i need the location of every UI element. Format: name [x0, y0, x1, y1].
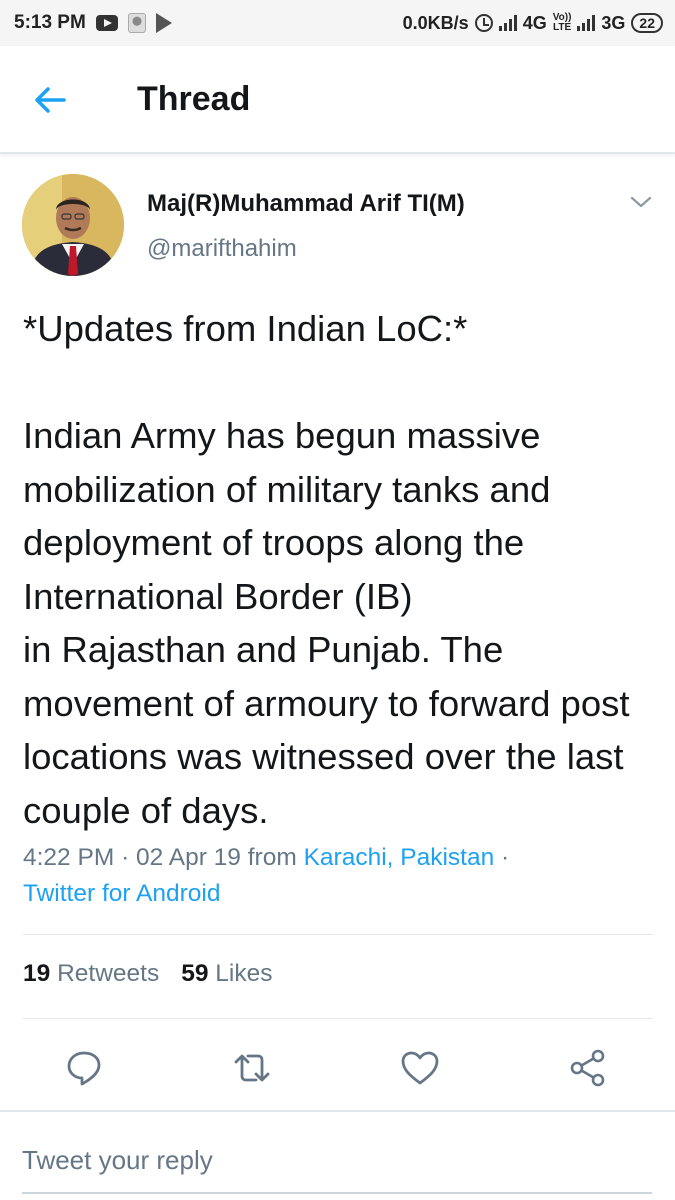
chevron-down-icon: [630, 196, 652, 208]
author-handle[interactable]: @marifthahim: [147, 235, 297, 263]
divider: [23, 1018, 653, 1019]
network-type-2: 3G: [601, 12, 626, 33]
signal-icon: [577, 15, 596, 31]
app-header: Thread: [0, 46, 675, 154]
tweet-menu-button[interactable]: [626, 190, 656, 214]
network-type-1: 4G: [522, 12, 547, 33]
author-name[interactable]: Maj(R)Muhammad Arif TI(M): [147, 190, 465, 218]
battery-icon: 22: [631, 13, 663, 33]
tweet-date: 02 Apr 19: [136, 844, 241, 871]
likes-label: Likes: [215, 960, 273, 987]
reply-button[interactable]: [62, 1046, 106, 1090]
retweets-stat[interactable]: 19 Retweets: [23, 960, 159, 988]
tweet-stats: 19 Retweets 59 Likes: [23, 960, 273, 988]
signal-icon: [498, 15, 517, 31]
status-time: 5:13 PM: [14, 12, 86, 33]
volte-line2: LTE: [552, 22, 572, 33]
meta-separator: ·: [501, 844, 510, 871]
status-bar: 5:13 PM 0.0KB/s 4G Vo)) LTE 3G 22: [0, 0, 675, 46]
retweet-button[interactable]: [230, 1046, 274, 1090]
divider: [23, 934, 653, 935]
tweet-source-link[interactable]: Twitter for Android: [23, 880, 220, 907]
from-label: from: [247, 844, 297, 871]
meta-separator: ·: [121, 844, 130, 871]
emblem-icon: [127, 13, 146, 33]
arrow-left-icon: [35, 87, 66, 113]
tweet-meta: 4:22 PM · 02 Apr 19 from Karachi, Pakist…: [23, 840, 653, 912]
avatar[interactable]: [22, 174, 124, 276]
play-store-icon: [155, 13, 172, 33]
likes-count: 59: [181, 960, 209, 987]
share-icon: [570, 1049, 605, 1087]
tweet-time: 4:22 PM: [23, 844, 115, 871]
reply-underline: [22, 1192, 652, 1194]
tweet-location-link[interactable]: Karachi, Pakistan: [304, 844, 495, 871]
reply-icon: [67, 1051, 101, 1086]
page-title: Thread: [137, 80, 251, 118]
retweet-icon: [234, 1054, 270, 1082]
reply-composer: [0, 1110, 675, 1200]
battery-level: 22: [639, 15, 655, 31]
youtube-icon: [95, 15, 118, 31]
tweet-text: *Updates from Indian LoC:* Indian Army h…: [23, 308, 630, 831]
like-button[interactable]: [398, 1046, 442, 1090]
alarm-icon: [474, 14, 493, 32]
net-speed: 0.0KB/s: [402, 12, 469, 33]
retweets-count: 19: [23, 960, 51, 987]
likes-stat[interactable]: 59 Likes: [181, 960, 272, 988]
volte-icon: Vo)) LTE: [553, 13, 572, 33]
reply-input[interactable]: [22, 1140, 652, 1180]
share-button[interactable]: [566, 1046, 610, 1090]
like-icon: [401, 1051, 439, 1085]
retweets-label: Retweets: [57, 960, 160, 987]
back-button[interactable]: [30, 82, 70, 118]
tweet-actions: [0, 1040, 675, 1096]
profile-photo: [22, 174, 124, 276]
